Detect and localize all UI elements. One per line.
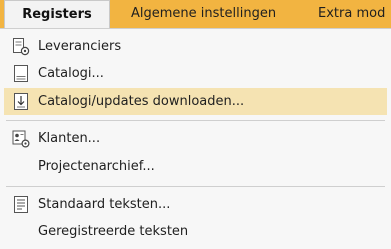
menu-item-label: Geregistreerde teksten — [38, 224, 189, 239]
menu-item-catalogi[interactable]: Catalogi... — [4, 60, 387, 87]
menu-item-standaard-teksten[interactable]: Standaard teksten... — [4, 191, 387, 218]
menu-item-label: Klanten... — [38, 131, 101, 146]
menu-bar: Registers Algemene instellingen Extra mo… — [0, 0, 391, 28]
menu-item-label: Standaard teksten... — [38, 197, 171, 212]
catalog-icon — [14, 65, 28, 82]
menu-item-projectenarchief[interactable]: Projectenarchief... — [4, 153, 387, 180]
menu-item-geregistreerde-teksten[interactable]: Geregistreerde teksten — [4, 218, 387, 245]
menu-registers[interactable]: Registers — [4, 0, 110, 28]
text-document-icon — [14, 196, 28, 213]
menu-item-leveranciers[interactable]: Leveranciers — [4, 33, 387, 60]
menu-item-label: Leveranciers — [38, 39, 122, 54]
menu-item-catalogi-updates-downloaden[interactable]: Catalogi/updates downloaden... — [4, 88, 387, 115]
customer-settings-icon — [12, 130, 30, 148]
menu-extra-modules[interactable]: Extra mod — [318, 0, 385, 28]
supplier-settings-icon — [13, 38, 30, 56]
catalog-download-icon — [14, 93, 28, 110]
menu-item-label: Catalogi... — [38, 66, 104, 81]
menu-item-label: Projectenarchief... — [38, 159, 155, 174]
menu-item-klanten[interactable]: Klanten... — [4, 125, 387, 152]
registers-dropdown: Leveranciers Catalogi... Catalogi/update… — [0, 28, 391, 249]
menu-separator — [6, 186, 385, 187]
menu-separator — [6, 120, 385, 121]
menu-algemene-instellingen[interactable]: Algemene instellingen — [131, 0, 276, 28]
menu-item-label: Catalogi/updates downloaden... — [38, 94, 245, 109]
